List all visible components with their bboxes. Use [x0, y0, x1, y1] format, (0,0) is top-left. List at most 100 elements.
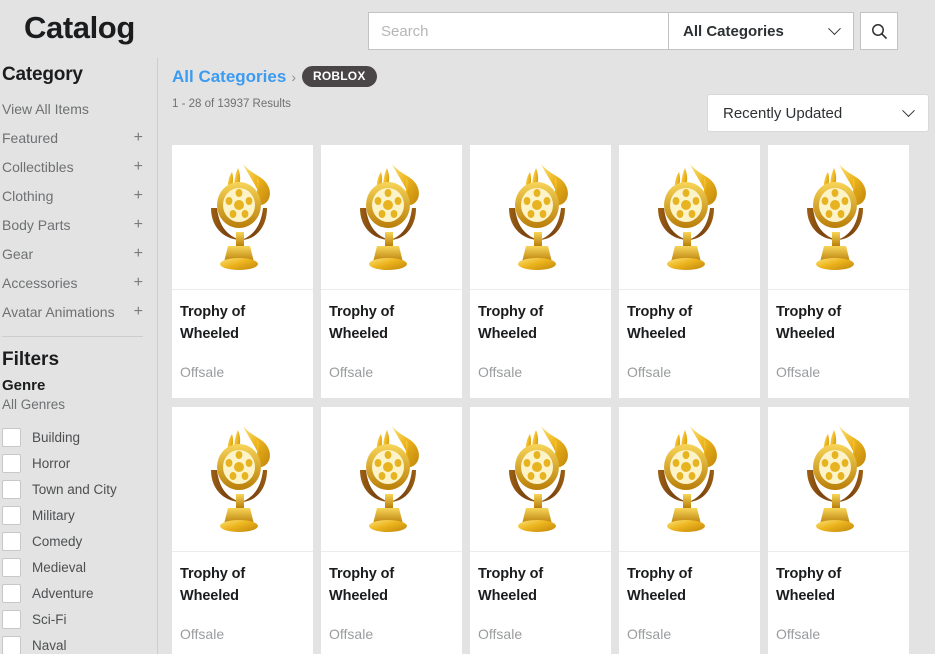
search-icon — [871, 23, 887, 39]
genre-filter-naval[interactable]: Naval — [2, 632, 157, 654]
checkbox[interactable] — [2, 583, 21, 603]
gold-trophy-icon — [806, 426, 866, 532]
plus-icon[interactable]: + — [134, 158, 143, 175]
plus-icon[interactable]: + — [134, 274, 143, 291]
item-status: Offsale — [180, 364, 225, 381]
genre-filter-military[interactable]: Military — [2, 502, 157, 528]
sidebar-item-accessories[interactable]: Accessories + — [2, 268, 157, 297]
genre-label: Building — [32, 429, 81, 445]
plus-icon[interactable]: + — [134, 216, 143, 233]
item-card[interactable]: Trophy of Wheeled Offsale — [321, 145, 462, 398]
search-bar: All Categories — [368, 12, 898, 50]
plus-icon[interactable]: + — [134, 129, 143, 146]
genre-label: Military — [32, 507, 75, 523]
item-card[interactable]: Trophy of Wheeled Offsale — [768, 407, 909, 654]
gold-trophy-icon — [359, 426, 419, 532]
item-title: Trophy of Wheeled — [478, 566, 544, 605]
genre-filter-town-and-city[interactable]: Town and City — [2, 476, 157, 502]
sidebar-category-heading: Category — [2, 64, 83, 85]
item-card[interactable]: Trophy of Wheeled Offsale — [172, 407, 313, 654]
checkbox[interactable] — [2, 557, 21, 577]
item-thumbnail — [321, 145, 462, 290]
breadcrumb-separator-icon: › — [291, 68, 296, 85]
sidebar-item-body-parts[interactable]: Body Parts + — [2, 210, 157, 239]
item-card[interactable]: Trophy of Wheeled Offsale — [768, 145, 909, 398]
item-thumbnail — [768, 407, 909, 552]
all-genres-link[interactable]: All Genres — [2, 397, 157, 412]
checkbox[interactable] — [2, 453, 21, 473]
item-card[interactable]: Trophy of Wheeled Offsale — [619, 407, 760, 654]
item-title: Trophy of Wheeled — [329, 304, 395, 343]
gold-trophy-icon — [210, 164, 270, 270]
genre-label: Medieval — [32, 559, 87, 575]
search-submit-button[interactable] — [860, 12, 898, 50]
item-status: Offsale — [329, 364, 374, 381]
breadcrumb-all-categories-link[interactable]: All Categories — [172, 67, 286, 87]
genre-label: Adventure — [32, 585, 94, 601]
item-thumbnail — [172, 407, 313, 552]
genre-label: Sci-Fi — [32, 611, 67, 627]
chevron-down-icon — [828, 21, 841, 35]
item-card[interactable]: Trophy of Wheeled Offsale — [619, 145, 760, 398]
item-info: Trophy of Wheeled Offsale — [619, 552, 760, 654]
item-thumbnail — [470, 145, 611, 290]
gold-trophy-icon — [657, 426, 717, 532]
sidebar-item-view-all-items[interactable]: View All Items — [2, 94, 157, 123]
plus-icon[interactable]: + — [134, 303, 143, 320]
item-card[interactable]: Trophy of Wheeled Offsale — [470, 145, 611, 398]
sidebar-item-collectibles[interactable]: Collectibles + — [2, 152, 157, 181]
item-status: Offsale — [627, 626, 672, 643]
sidebar-item-label: Body Parts — [2, 216, 71, 233]
search-category-dropdown[interactable]: All Categories — [668, 12, 854, 50]
checkbox[interactable] — [2, 635, 21, 654]
plus-icon[interactable]: + — [134, 187, 143, 204]
checkbox[interactable] — [2, 609, 21, 629]
checkbox[interactable] — [2, 531, 21, 551]
item-card[interactable]: Trophy of Wheeled Offsale — [321, 407, 462, 654]
checkbox[interactable] — [2, 427, 21, 447]
item-info: Trophy of Wheeled Offsale — [619, 290, 760, 398]
genre-label: Horror — [32, 455, 71, 471]
search-input[interactable] — [368, 12, 668, 50]
item-info: Trophy of Wheeled Offsale — [470, 552, 611, 654]
sidebar-item-gear[interactable]: Gear + — [2, 239, 157, 268]
item-info: Trophy of Wheeled Offsale — [172, 552, 313, 654]
item-title: Trophy of Wheeled — [776, 304, 842, 343]
item-thumbnail — [172, 145, 313, 290]
item-title: Trophy of Wheeled — [478, 304, 544, 343]
sidebar-item-avatar-animations[interactable]: Avatar Animations + — [2, 297, 157, 326]
item-status: Offsale — [478, 364, 523, 381]
page-title: Catalog — [24, 10, 135, 45]
sidebar-item-clothing[interactable]: Clothing + — [2, 181, 157, 210]
genre-filter-medieval[interactable]: Medieval — [2, 554, 157, 580]
sidebar: Category View All Items Featured + Colle… — [0, 58, 158, 654]
genre-filter-sci-fi[interactable]: Sci-Fi — [2, 606, 157, 632]
sidebar-item-featured[interactable]: Featured + — [2, 123, 157, 152]
plus-icon[interactable]: + — [134, 245, 143, 262]
item-status: Offsale — [627, 364, 672, 381]
item-status: Offsale — [478, 626, 523, 643]
sidebar-item-label: Collectibles — [2, 158, 74, 175]
item-status: Offsale — [180, 626, 225, 643]
item-card[interactable]: Trophy of Wheeled Offsale — [172, 145, 313, 398]
item-title: Trophy of Wheeled — [776, 566, 842, 605]
genre-filter-building[interactable]: Building — [2, 424, 157, 450]
sidebar-item-label: Accessories — [2, 274, 78, 291]
genre-filter-horror[interactable]: Horror — [2, 450, 157, 476]
sort-selected-label: Recently Updated — [723, 104, 843, 122]
gold-trophy-icon — [210, 426, 270, 532]
chevron-down-icon — [902, 103, 915, 117]
item-info: Trophy of Wheeled Offsale — [470, 290, 611, 398]
item-title: Trophy of Wheeled — [329, 566, 395, 605]
breadcrumb-current-badge: ROBLOX — [301, 66, 377, 87]
genre-filter-comedy[interactable]: Comedy — [2, 528, 157, 554]
sort-dropdown[interactable]: Recently Updated — [707, 94, 929, 132]
item-card[interactable]: Trophy of Wheeled Offsale — [470, 407, 611, 654]
gold-trophy-icon — [657, 164, 717, 270]
checkbox[interactable] — [2, 479, 21, 499]
genre-filter-list: Building Horror Town and City Military C… — [2, 424, 157, 654]
genre-filter-adventure[interactable]: Adventure — [2, 580, 157, 606]
item-info: Trophy of Wheeled Offsale — [321, 552, 462, 654]
checkbox[interactable] — [2, 505, 21, 525]
sidebar-divider — [2, 336, 143, 337]
